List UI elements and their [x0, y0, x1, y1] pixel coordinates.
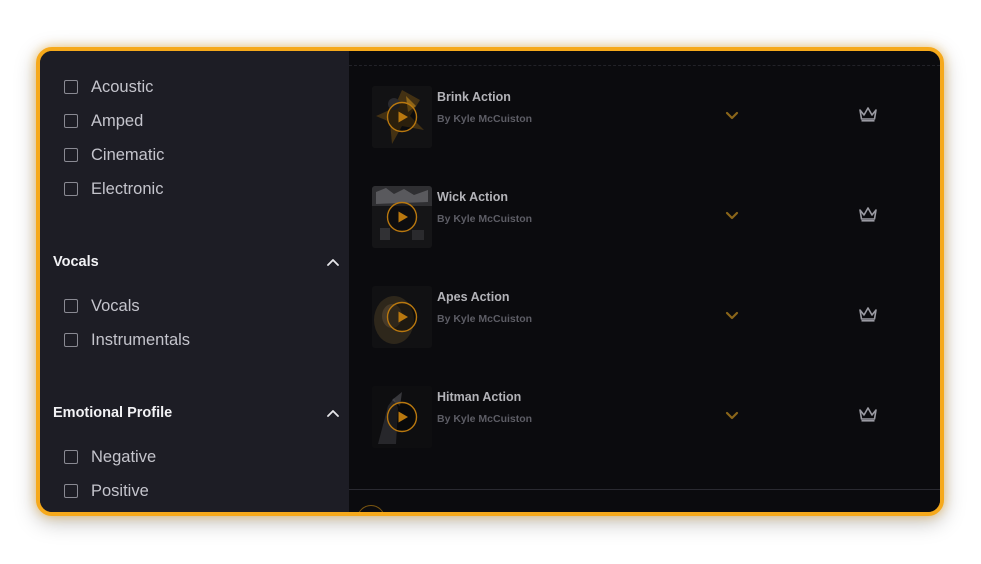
- track-row[interactable]: Apes Action By Kyle McCuiston: [349, 286, 940, 358]
- track-artist[interactable]: By Kyle McCuiston: [437, 413, 532, 425]
- track-artist[interactable]: By Kyle McCuiston: [437, 113, 532, 125]
- filter-label: Positive: [91, 481, 149, 500]
- filter-checkbox-positive[interactable]: Positive: [64, 481, 149, 501]
- track-artist[interactable]: By Kyle McCuiston: [437, 313, 532, 325]
- track-title[interactable]: Wick Action: [437, 190, 508, 204]
- checkbox[interactable]: [64, 299, 78, 313]
- track-artwork: [372, 386, 432, 448]
- section-header-vocals[interactable]: Vocals: [53, 251, 339, 273]
- filter-label: Cinematic: [91, 145, 165, 164]
- chevron-down-icon: [725, 311, 739, 319]
- app-frame: Acoustic Amped Cinematic Electronic Voca…: [36, 47, 944, 516]
- filter-checkbox-cinematic[interactable]: Cinematic: [64, 145, 164, 165]
- filter-label: Negative: [91, 447, 157, 466]
- chevron-down-icon: [725, 111, 739, 119]
- track-row[interactable]: Wick Action By Kyle McCuiston: [349, 186, 940, 258]
- checkbox[interactable]: [64, 484, 78, 498]
- divider: [349, 489, 940, 490]
- filter-checkbox-negative[interactable]: Negative: [64, 447, 156, 467]
- divider: [349, 65, 940, 66]
- section-title: Emotional Profile: [53, 405, 173, 421]
- track-row[interactable]: Hitman Action By Kyle McCuiston: [349, 386, 940, 458]
- track-artist[interactable]: By Kyle McCuiston: [437, 213, 532, 225]
- checkbox[interactable]: [64, 114, 78, 128]
- track-list: Brink Action By Kyle McCuiston Wick Acti…: [349, 51, 940, 512]
- checkbox[interactable]: [64, 333, 78, 347]
- filter-label: Instrumentals: [91, 330, 191, 349]
- play-icon[interactable]: [386, 201, 418, 233]
- checkbox[interactable]: [64, 148, 78, 162]
- track-artwork: [372, 186, 432, 248]
- play-icon[interactable]: [386, 301, 418, 333]
- section-header-emotional-profile[interactable]: Emotional Profile: [53, 402, 339, 424]
- crown-icon[interactable]: [858, 206, 878, 223]
- crown-icon[interactable]: [858, 106, 878, 123]
- filter-checkbox-instrumentals[interactable]: Instrumentals: [64, 330, 190, 350]
- chevron-up-icon[interactable]: [327, 258, 339, 266]
- track-row[interactable]: Brink Action By Kyle McCuiston: [349, 86, 940, 158]
- chevron-up-icon[interactable]: [327, 409, 339, 417]
- filter-checkbox-vocals[interactable]: Vocals: [64, 296, 140, 316]
- filter-label: Acoustic: [91, 77, 154, 96]
- checkbox[interactable]: [64, 80, 78, 94]
- play-icon[interactable]: [357, 505, 385, 512]
- filter-checkbox-amped[interactable]: Amped: [64, 111, 143, 131]
- checkbox[interactable]: [64, 182, 78, 196]
- expand-button[interactable]: [722, 208, 742, 222]
- expand-button[interactable]: [722, 308, 742, 322]
- checkbox[interactable]: [64, 450, 78, 464]
- filter-checkbox-acoustic[interactable]: Acoustic: [64, 77, 153, 97]
- crown-icon[interactable]: [858, 406, 878, 423]
- track-artwork: [372, 86, 432, 148]
- track-artwork: [372, 286, 432, 348]
- expand-button[interactable]: [722, 408, 742, 422]
- crown-icon[interactable]: [858, 306, 878, 323]
- filter-sidebar: Acoustic Amped Cinematic Electronic Voca…: [40, 51, 349, 512]
- track-title[interactable]: Hitman Action: [437, 390, 521, 404]
- filter-label: Electronic: [91, 179, 164, 198]
- chevron-down-icon: [725, 411, 739, 419]
- expand-button[interactable]: [722, 108, 742, 122]
- play-icon[interactable]: [386, 101, 418, 133]
- filter-label: Amped: [91, 111, 144, 130]
- track-title[interactable]: Apes Action: [437, 290, 509, 304]
- filter-label: Vocals: [91, 296, 140, 315]
- filter-checkbox-electronic[interactable]: Electronic: [64, 179, 163, 199]
- section-title: Vocals: [53, 254, 99, 270]
- play-icon[interactable]: [386, 401, 418, 433]
- track-title[interactable]: Brink Action: [437, 90, 511, 104]
- chevron-down-icon: [725, 211, 739, 219]
